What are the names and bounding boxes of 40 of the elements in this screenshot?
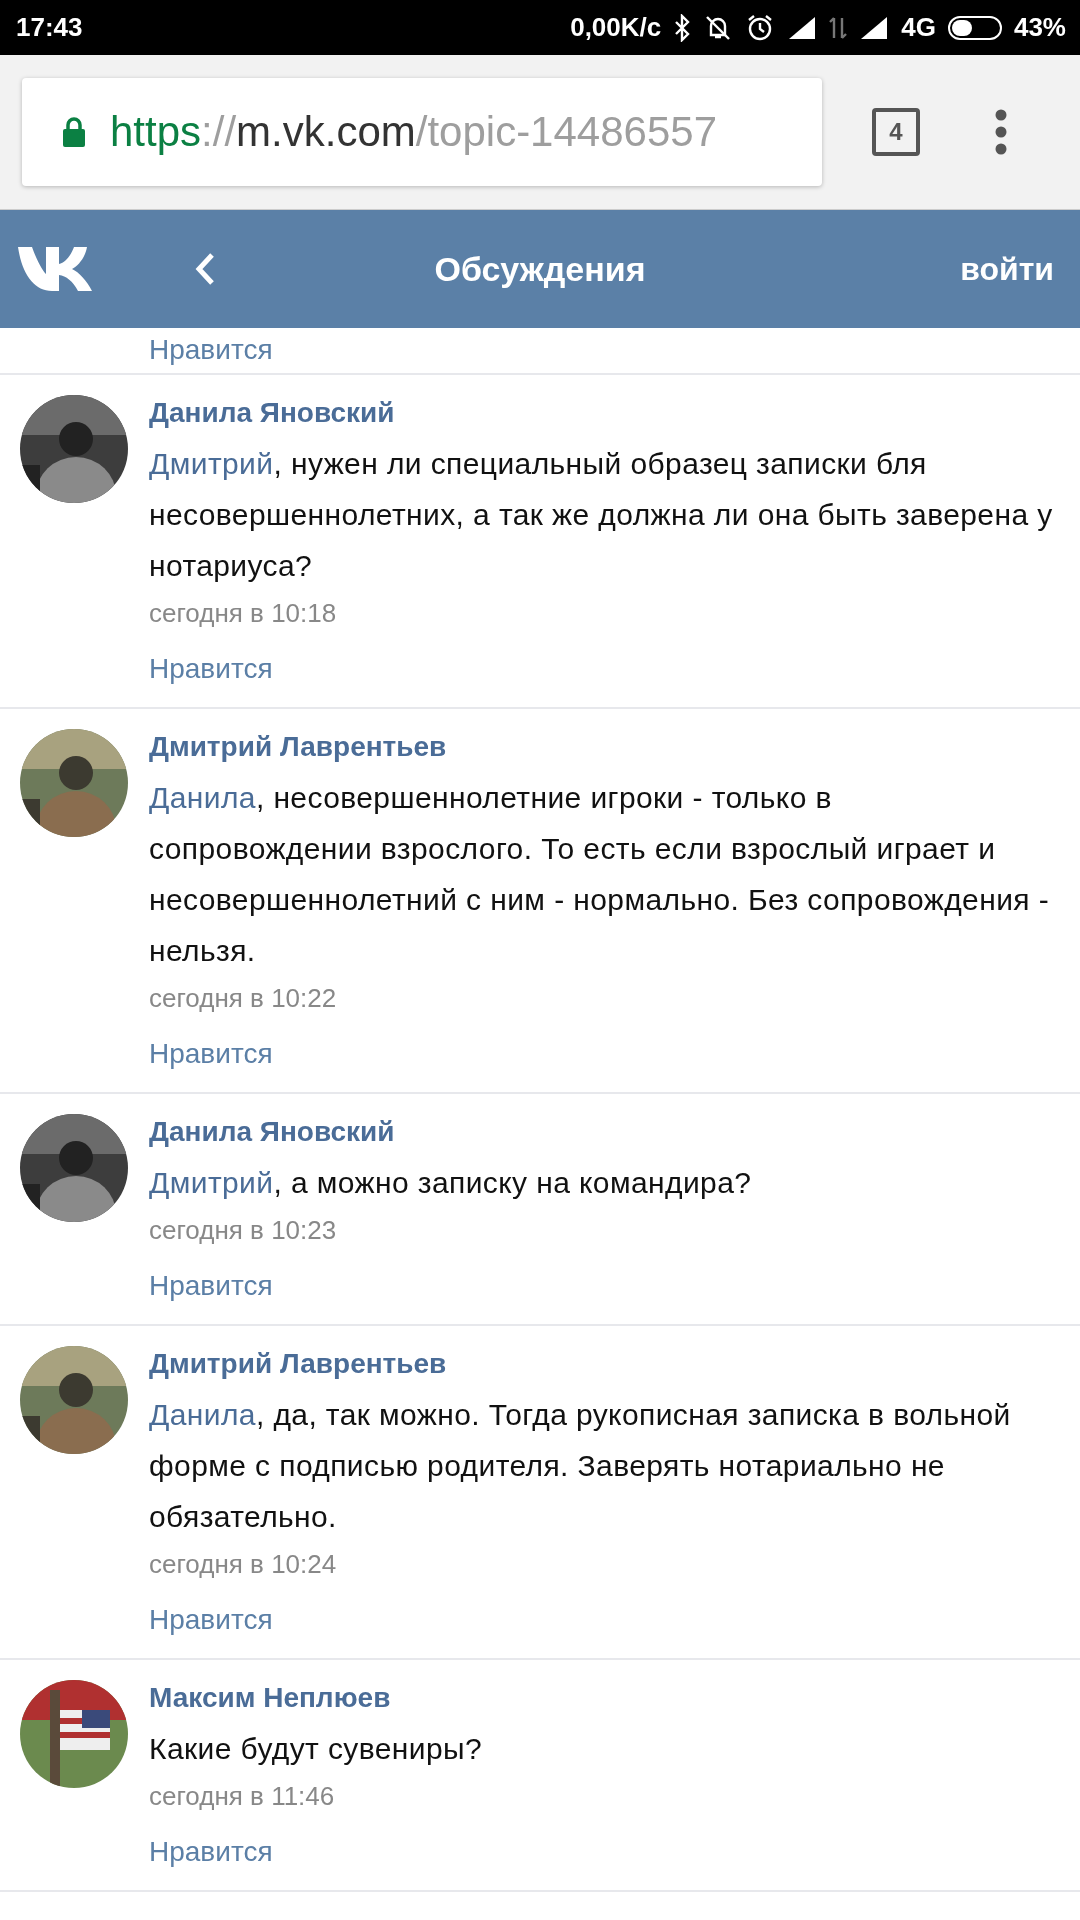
- network-speed: 0,00K/c: [570, 12, 662, 43]
- comment-text: Данила, да, так можно. Тогда рукописная записка в вольной форме с подписью родителя. Заверять нотариально не обязательно.: [149, 1397, 1012, 1535]
- page-title: Обсуждения: [434, 249, 646, 289]
- comment-time: сегодня в 10:22: [149, 982, 337, 1015]
- comment-time: сегодня в 11:46: [149, 1780, 335, 1813]
- author-link[interactable]: Данила Яновский: [149, 1112, 395, 1152]
- mention-link[interactable]: Данила: [149, 1398, 256, 1431]
- tab-count-button[interactable]: 4: [872, 108, 920, 156]
- address-bar[interactable]: https://m.vk.com/topic-14486557: [22, 78, 822, 186]
- mention-link[interactable]: Данила: [149, 781, 256, 814]
- mention-link[interactable]: Дмитрий: [149, 1166, 274, 1199]
- like-link[interactable]: Нравится: [149, 1264, 273, 1308]
- like-link[interactable]: Нравится: [149, 647, 273, 691]
- like-link[interactable]: Нравится: [149, 1032, 273, 1076]
- url-text: https://m.vk.com/topic-14486557: [110, 108, 717, 156]
- back-icon[interactable]: [194, 252, 216, 286]
- signal-icon: [859, 14, 890, 41]
- like-link[interactable]: Нравится: [149, 1598, 273, 1642]
- comment-time: сегодня в 10:24: [149, 1548, 337, 1581]
- author-link[interactable]: Максим Неплюев: [149, 1678, 391, 1718]
- bluetooth-icon: [673, 13, 692, 42]
- comment-text: Какие будут сувениры?: [149, 1731, 483, 1767]
- menu-icon[interactable]: [994, 109, 1008, 155]
- comment-time: сегодня в 10:18: [149, 597, 337, 630]
- clock-time: 17:43: [16, 12, 83, 43]
- comment-text: Дмитрий, а можно записку на командира?: [149, 1165, 752, 1201]
- comment-text: Данила, несовершеннолетние игроки - только в сопровождении взрослого. То есть если взрослый играет и несовершеннолетний с ним - нормально. Без сопровождения - нельзя.: [149, 780, 1051, 969]
- battery-percent: 43%: [1013, 12, 1066, 43]
- comment-time: сегодня в 10:23: [149, 1214, 337, 1247]
- login-link[interactable]: войти: [960, 250, 1054, 288]
- author-link[interactable]: Данила Яновский: [149, 393, 395, 433]
- author-link[interactable]: Дмитрий Лаврентьев: [149, 1344, 447, 1384]
- like-link[interactable]: Нравится: [149, 1830, 273, 1874]
- like-link[interactable]: Нравится: [149, 328, 273, 372]
- network-type: 4G: [901, 12, 936, 43]
- signal-icon: [787, 14, 818, 41]
- battery-icon: [947, 15, 1002, 40]
- author-link[interactable]: Дмитрий Лаврентьев: [149, 727, 447, 767]
- mention-link[interactable]: Дмитрий: [149, 447, 274, 480]
- comment-text: Дмитрий, нужен ли специальный образец записки бля несовершеннолетних, а так же должна ли она быть заверена у нотариуса?: [149, 446, 1054, 584]
